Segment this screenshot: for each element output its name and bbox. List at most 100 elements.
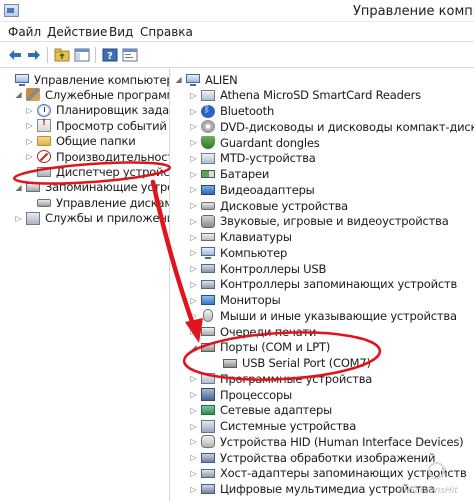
device-category-computer[interactable]: ▷ Компьютер: [189, 245, 288, 260]
expand-arrow-icon[interactable]: ▷: [189, 406, 198, 415]
monitor-icon: [201, 295, 215, 305]
device-category-port[interactable]: ◢ Порты (COM и LPT): [189, 340, 331, 355]
device-tree-pane: ◢ ALIEN ▷ Athena MicroSD SmartCard Readers ▷…: [171, 68, 474, 501]
device-category-host-adapter[interactable]: ▷ Хост-адаптеры запоминающих устройств: [189, 466, 467, 481]
forward-arrow-icon[interactable]: [25, 46, 43, 64]
tree-item-event-log[interactable]: ▷ Просмотр событий: [25, 118, 167, 133]
tree-root-label: ALIEN: [205, 72, 238, 87]
collapse-arrow-icon[interactable]: ◢: [189, 343, 198, 352]
device-category-label: Очереди печати: [220, 324, 317, 339]
expand-arrow-icon[interactable]: ▷: [189, 485, 198, 494]
up-folder-icon[interactable]: [53, 46, 71, 64]
toolbar-separator: [95, 47, 96, 63]
expand-arrow-icon[interactable]: ▷: [189, 264, 198, 273]
menu-file[interactable]: Файл: [8, 25, 41, 39]
device-category-bluetooth[interactable]: ▷ Bluetooth: [189, 104, 275, 119]
expand-arrow-icon[interactable]: ▷: [189, 248, 198, 257]
expand-arrow-icon[interactable]: ▷: [189, 437, 198, 446]
device-category-sound[interactable]: ▷ Звуковые, игровые и видеоустройства: [189, 214, 449, 229]
device-category-label: Guardant dongles: [220, 135, 320, 150]
expand-arrow-icon[interactable]: ▷: [14, 214, 23, 223]
expand-arrow-icon[interactable]: ▷: [25, 106, 34, 115]
expand-arrow-icon[interactable]: ▷: [189, 122, 198, 131]
imaging-icon: [201, 452, 215, 463]
device-category-monitor[interactable]: ▷ Мониторы: [189, 293, 281, 308]
expand-arrow-icon[interactable]: ▷: [189, 201, 198, 210]
battery-icon: [201, 170, 215, 178]
expand-arrow-icon[interactable]: ▷: [189, 107, 198, 116]
expand-arrow-icon[interactable]: ▷: [189, 453, 198, 462]
collapse-arrow-icon[interactable]: ◢: [14, 183, 23, 192]
device-category-software-device[interactable]: ▷ Программные устройства: [189, 371, 373, 386]
expand-arrow-icon[interactable]: ▷: [189, 138, 198, 147]
expand-arrow-icon[interactable]: ▷: [189, 311, 198, 320]
device-category-usb-controller[interactable]: ▷ Контроллеры USB: [189, 261, 327, 276]
tree-item-services[interactable]: ▷ Службы и приложения: [14, 211, 169, 226]
device-category-video-adapter[interactable]: ▷ Видеоадаптеры: [189, 182, 315, 197]
device-category-processor[interactable]: ▷ Процессоры: [189, 387, 293, 402]
expand-arrow-icon[interactable]: ▷: [189, 185, 198, 194]
tree-item-clock[interactable]: ▷ Планировщик заданий: [25, 103, 169, 118]
menu-view[interactable]: Вид: [109, 25, 133, 39]
tree-root-computer[interactable]: ◢ ALIEN: [174, 72, 238, 87]
device-category-mouse[interactable]: ▷ Мыши и иные указывающие устройства: [189, 308, 457, 323]
tree-item-tools[interactable]: ◢ Служебные программы: [14, 87, 169, 102]
expand-arrow-icon[interactable]: ▷: [189, 217, 198, 226]
device-category-dongle[interactable]: ▷ Guardant dongles: [189, 135, 320, 150]
collapse-arrow-icon[interactable]: ◢: [174, 75, 183, 84]
device-category-disk-drive[interactable]: ▷ Дисковые устройства: [189, 198, 349, 213]
tree-item-device-manager[interactable]: Диспетчер устройств: [25, 164, 169, 179]
expand-arrow-icon[interactable]: ▷: [189, 327, 198, 336]
tree-item-disk[interactable]: Управление дисками: [25, 195, 169, 210]
expand-arrow-icon[interactable]: ▷: [189, 390, 198, 399]
device-category-smartcard[interactable]: ▷ Athena MicroSD SmartCard Readers: [189, 88, 422, 103]
expand-arrow-icon[interactable]: ▷: [189, 154, 198, 163]
collapse-arrow-icon[interactable]: ◢: [14, 90, 23, 99]
expand-arrow-icon[interactable]: ▷: [189, 374, 198, 383]
expand-arrow-icon[interactable]: ▷: [189, 296, 198, 305]
tree-item-shared-folder[interactable]: ▷ Общие папки: [25, 134, 136, 149]
expand-arrow-icon[interactable]: ▷: [25, 152, 34, 161]
host-adapter-icon: [201, 468, 215, 478]
expand-arrow-icon[interactable]: ▷: [25, 121, 34, 130]
device-category-label: Компьютер: [220, 245, 288, 260]
expand-arrow-icon[interactable]: ▷: [189, 91, 198, 100]
device-category-battery[interactable]: ▷ Батареи: [189, 167, 270, 182]
expand-arrow-icon[interactable]: ▷: [25, 137, 34, 146]
device-category-print-queue[interactable]: ▷ Очереди печати: [189, 324, 317, 339]
menu-help[interactable]: Справка: [140, 25, 193, 39]
multimedia-icon: [201, 484, 215, 494]
device-category-network-adapter[interactable]: ▷ Сетевые адаптеры: [189, 403, 333, 418]
device-category-label: DVD-дисководы и дисководы компакт-дисков: [220, 119, 474, 134]
computer-icon: [186, 73, 200, 86]
help-icon[interactable]: ?: [101, 46, 119, 64]
keyboard-icon: [201, 233, 215, 241]
tree-item-performance[interactable]: ▷ Производительность: [25, 149, 169, 164]
device-category-label: Порты (COM и LPT): [220, 340, 331, 355]
expand-arrow-icon[interactable]: ▷: [189, 280, 198, 289]
device-category-mtd[interactable]: ▷ MTD-устройства: [189, 151, 316, 166]
device-category-serial-port[interactable]: USB Serial Port (COM7): [211, 356, 371, 371]
tree-item-storage[interactable]: ◢ Запоминающие устройст: [14, 180, 169, 195]
expand-arrow-icon[interactable]: ▷: [189, 469, 198, 478]
expand-arrow-icon[interactable]: ▷: [189, 233, 198, 242]
show-tree-icon[interactable]: [73, 46, 91, 64]
tree-item-computer-management[interactable]: Управление компьютером (л: [3, 72, 169, 87]
device-category-storage-controller[interactable]: ▷ Контроллеры запоминающих устройств: [189, 277, 458, 292]
tree-item-label: Просмотр событий: [56, 118, 167, 133]
device-category-dvd[interactable]: ▷ DVD-дисководы и дисководы компакт-диско…: [189, 119, 474, 134]
device-category-imaging[interactable]: ▷ Устройства обработки изображений: [189, 450, 436, 465]
bluetooth-icon: [201, 104, 215, 118]
device-category-system-device[interactable]: ▷ Системные устройства: [189, 419, 357, 434]
expand-arrow-icon[interactable]: ▷: [189, 170, 198, 179]
back-arrow-icon[interactable]: [6, 46, 24, 64]
expand-arrow-icon[interactable]: ▷: [189, 422, 198, 431]
menu-action[interactable]: Действие: [47, 25, 107, 39]
device-category-keyboard[interactable]: ▷ Клавиатуры: [189, 230, 292, 245]
performance-icon: [37, 150, 51, 163]
tree-item-label: Служебные программы: [45, 87, 169, 102]
disk-drive-icon: [201, 201, 215, 210]
properties-icon[interactable]: [121, 46, 139, 64]
print-queue-icon: [201, 327, 215, 336]
device-category-hid[interactable]: ▷ Устройства HID (Human Interface Devices…: [189, 434, 464, 449]
